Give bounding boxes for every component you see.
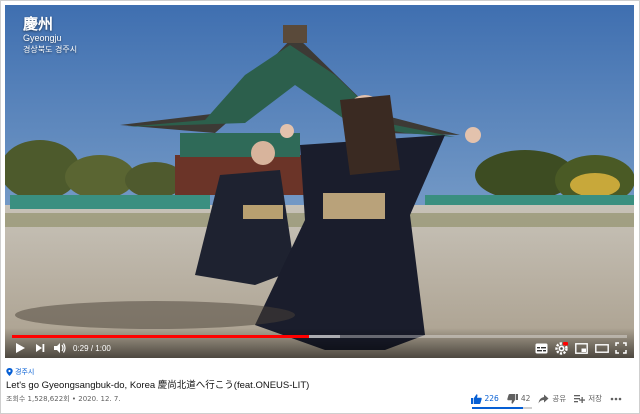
upload-date: 2020. 12. 7. [78, 395, 121, 403]
play-button[interactable] [14, 341, 26, 355]
miniplayer-icon [575, 342, 588, 354]
theater-icon [595, 343, 609, 353]
location-pin-icon [6, 368, 13, 376]
action-bar: 226 42 공유 저장 [463, 393, 623, 404]
time-display: 0:29 / 1:00 [73, 344, 111, 353]
progress-buffered [309, 335, 340, 338]
share-button[interactable]: 공유 [538, 393, 566, 404]
video-title: Let's go Gyeongsangbuk-do, Korea 慶尚北道へ行こ… [6, 380, 310, 391]
progress-played [12, 335, 310, 338]
save-button[interactable]: 저장 [574, 393, 602, 404]
volume-icon [54, 343, 66, 353]
progress-bar[interactable] [12, 335, 627, 338]
subtitles-icon [535, 343, 548, 353]
thumbs-down-icon [507, 393, 518, 404]
like-ratio-fill [472, 407, 523, 409]
stats-separator: • [71, 395, 76, 403]
video-stats: 조회수 1,528,622회 • 2020. 12. 7. [6, 394, 121, 404]
more-icon [610, 397, 622, 400]
time-total: 1:00 [95, 344, 111, 353]
more-button[interactable] [610, 397, 622, 401]
fullscreen-icon [615, 342, 627, 354]
settings-icon [555, 341, 568, 355]
time-current: 0:29 [73, 344, 89, 353]
play-icon [16, 343, 25, 353]
location-hanja: 慶州 [23, 15, 54, 33]
settings-button[interactable] [555, 341, 568, 355]
view-count: 조회수 1,528,622회 [6, 395, 70, 403]
next-button[interactable] [34, 341, 46, 355]
dislike-button[interactable]: 42 [507, 393, 531, 404]
next-icon [36, 344, 45, 352]
share-icon [538, 394, 549, 403]
volume-button[interactable] [53, 341, 67, 355]
like-ratio-bar [472, 407, 532, 409]
time-separator: / [90, 344, 94, 353]
location-badge: 慶州 Gyeongju 경상북도 경주시 [23, 15, 77, 55]
subtitles-button[interactable] [535, 341, 548, 355]
video-player[interactable]: 慶州 Gyeongju 경상북도 경주시 0:29 / 1:00 [5, 5, 634, 358]
location-korean: 경상북도 경주시 [23, 45, 78, 54]
channel-tag-label: 경주시 [15, 368, 35, 376]
location-romanized: Gyeongju [23, 33, 62, 43]
miniplayer-button[interactable] [575, 341, 588, 355]
like-button[interactable]: 226 [470, 393, 499, 404]
share-label: 공유 [552, 394, 567, 403]
dislike-count: 42 [520, 394, 531, 403]
save-icon [574, 394, 586, 403]
save-label: 저장 [588, 394, 602, 403]
like-count: 226 [484, 394, 499, 403]
channel-tag[interactable]: 경주시 [6, 367, 34, 377]
thumbs-up-icon [470, 393, 482, 404]
theater-button[interactable] [595, 341, 609, 355]
fullscreen-button[interactable] [615, 341, 627, 355]
video-frame [5, 5, 634, 358]
